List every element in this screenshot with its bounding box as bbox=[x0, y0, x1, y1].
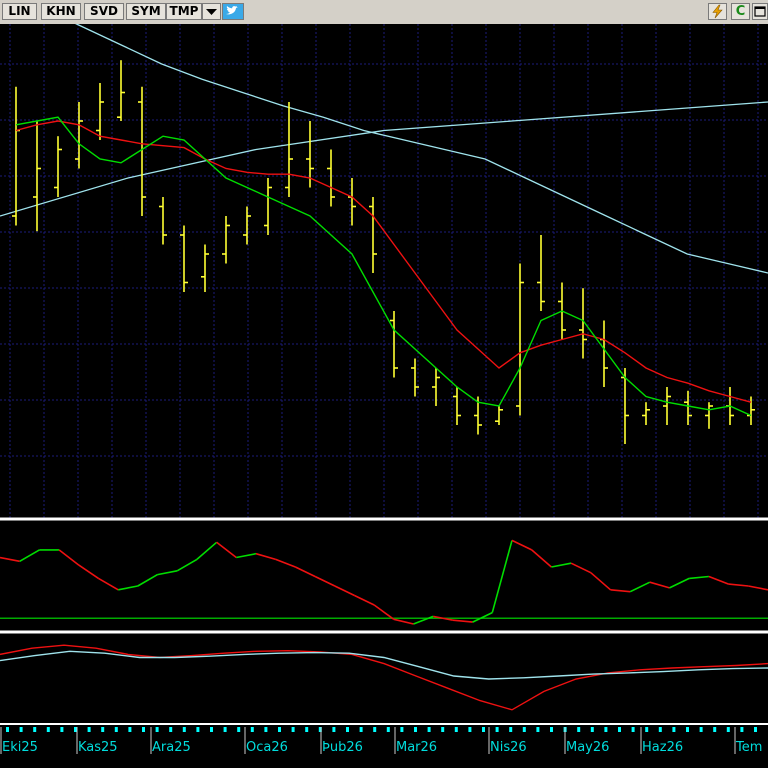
time-axis-tick bbox=[509, 727, 513, 732]
maximize-icon[interactable] bbox=[752, 3, 768, 20]
time-axis-tick bbox=[332, 727, 336, 732]
time-axis: Eki25 Kas25 Ara25 Oca26 Þub26 Mar26 Nis26 May26… bbox=[0, 725, 768, 768]
time-axis-label: Mar26 bbox=[396, 740, 437, 755]
time-axis-tick bbox=[754, 727, 757, 732]
time-axis-tick bbox=[441, 727, 445, 732]
tmp-button[interactable]: TMP bbox=[166, 3, 202, 20]
time-axis-label: Haz26 bbox=[642, 740, 683, 755]
time-axis-label: Oca26 bbox=[246, 740, 288, 755]
time-axis-tick bbox=[658, 727, 662, 732]
twitter-bird-icon[interactable] bbox=[222, 3, 244, 20]
time-axis-label: Kas25 bbox=[78, 740, 118, 755]
lin-button[interactable]: LIN bbox=[2, 3, 37, 20]
time-axis-tick bbox=[713, 727, 717, 732]
time-axis-tick bbox=[482, 727, 485, 732]
refresh-c-icon[interactable]: C bbox=[731, 3, 750, 20]
dropdown-arrow-glyph bbox=[206, 9, 217, 15]
time-axis-tick bbox=[386, 727, 390, 732]
time-axis-tick bbox=[142, 727, 145, 732]
time-axis-tick bbox=[618, 727, 621, 732]
time-axis-tick bbox=[645, 727, 649, 732]
time-axis-tick bbox=[250, 727, 254, 732]
time-axis-tick bbox=[278, 727, 281, 732]
time-axis-tick bbox=[672, 727, 676, 732]
time-axis-tick bbox=[468, 727, 472, 732]
time-axis-tick bbox=[46, 727, 50, 732]
time-axis-tick bbox=[550, 727, 553, 732]
time-axis-tick bbox=[604, 727, 608, 732]
time-axis-tick bbox=[454, 727, 458, 732]
time-axis-tick bbox=[182, 727, 186, 732]
time-axis-tick bbox=[686, 727, 689, 732]
time-axis-tick bbox=[740, 727, 744, 732]
time-axis-label: Þub26 bbox=[322, 740, 363, 755]
time-axis-tick bbox=[427, 727, 431, 732]
time-axis-tick bbox=[210, 727, 213, 732]
twitter-bird-glyph bbox=[226, 6, 238, 15]
time-axis-tick bbox=[359, 727, 363, 732]
time-axis-tick bbox=[237, 727, 241, 732]
time-axis-tick bbox=[19, 727, 23, 732]
time-axis-tick bbox=[699, 727, 703, 732]
time-axis-tick bbox=[577, 727, 581, 732]
time-axis-tick bbox=[114, 727, 118, 732]
time-axis-tick bbox=[373, 727, 377, 732]
time-axis-label: May26 bbox=[566, 740, 609, 755]
chart-toolbar: LIN KHN SVD SYM TMP C bbox=[0, 0, 768, 24]
time-axis-label: Eki25 bbox=[2, 740, 38, 755]
lightning-icon[interactable] bbox=[708, 3, 727, 20]
time-axis-label: Nis26 bbox=[490, 740, 527, 755]
time-axis-tick bbox=[726, 727, 730, 732]
refresh-c-label: C bbox=[735, 4, 746, 19]
time-axis-tick bbox=[291, 727, 295, 732]
time-axis-tick bbox=[87, 727, 91, 732]
time-axis-tick bbox=[522, 727, 526, 732]
svd-button[interactable]: SVD bbox=[84, 3, 124, 20]
chart-canvas: Eki25 Kas25 Ara25 Oca26 Þub26 Mar26 Nis26 May26… bbox=[0, 24, 768, 768]
time-axis-tick bbox=[346, 727, 349, 732]
time-axis-tick bbox=[6, 727, 9, 732]
time-axis-tick bbox=[495, 727, 499, 732]
time-axis-tick bbox=[101, 727, 105, 732]
time-axis-label: Ara25 bbox=[152, 740, 191, 755]
maximize-glyph bbox=[754, 6, 766, 17]
time-axis-tick bbox=[400, 727, 404, 732]
time-axis-tick bbox=[33, 727, 37, 732]
time-axis-tick bbox=[169, 727, 173, 732]
time-axis-tick bbox=[60, 727, 64, 732]
time-axis-label: Tem bbox=[735, 740, 762, 755]
time-axis-tick bbox=[631, 727, 635, 732]
time-axis-tick bbox=[128, 727, 132, 732]
time-axis-tick bbox=[196, 727, 200, 732]
sym-button[interactable]: SYM bbox=[126, 3, 166, 20]
time-axis-tick bbox=[414, 727, 417, 732]
time-axis-tick bbox=[536, 727, 540, 732]
time-axis-tick bbox=[590, 727, 594, 732]
khn-button[interactable]: KHN bbox=[41, 3, 81, 20]
time-axis-tick bbox=[223, 727, 227, 732]
time-axis-tick bbox=[264, 727, 268, 732]
time-axis-tick bbox=[305, 727, 309, 732]
time-axis-tick bbox=[155, 727, 159, 732]
lightning-glyph bbox=[712, 4, 723, 19]
dropdown-arrow-icon[interactable] bbox=[202, 3, 221, 20]
